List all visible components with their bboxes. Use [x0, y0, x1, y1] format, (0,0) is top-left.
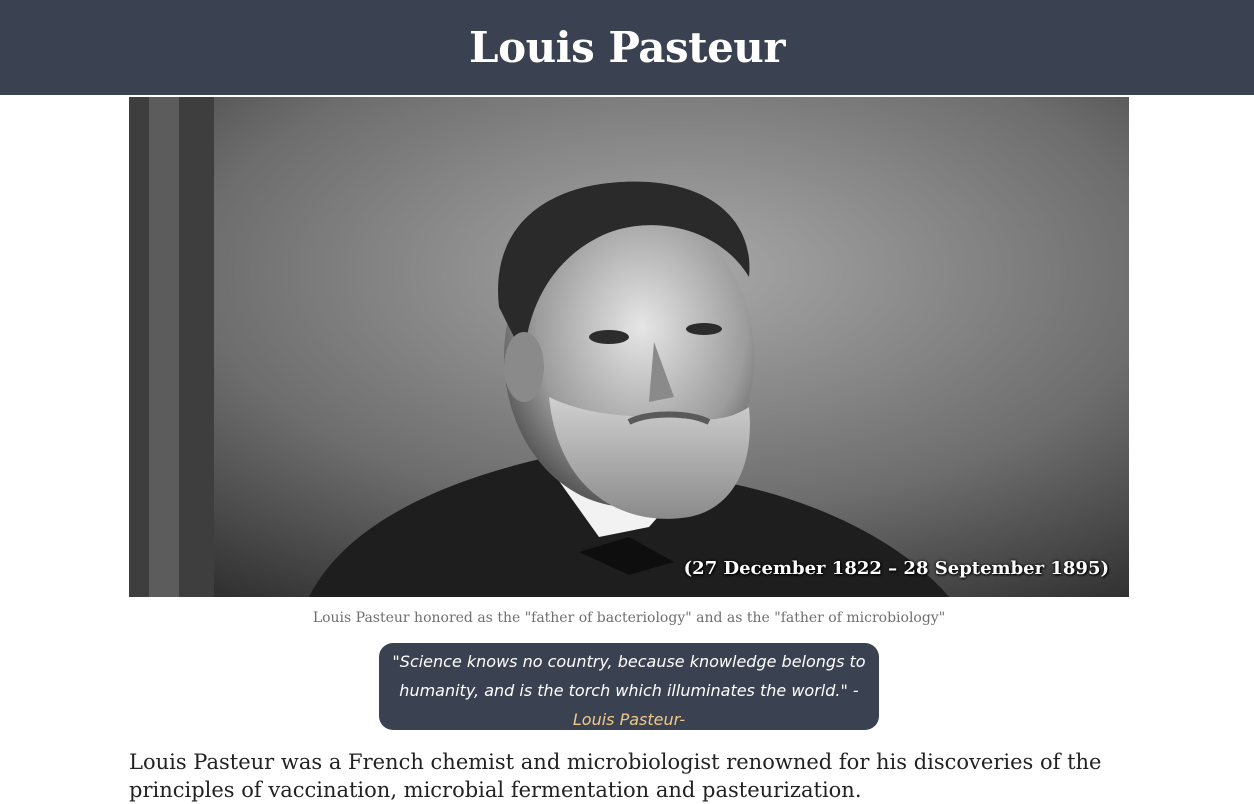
portrait-illustration [129, 97, 1129, 597]
image-caption: Louis Pasteur honored as the "father of … [312, 610, 946, 626]
portrait-image: (27 December 1822 – 28 September 1895) [129, 97, 1129, 597]
page-title: Louis Pasteur [469, 23, 785, 72]
lifespan-dates: (27 December 1822 – 28 September 1895) [683, 558, 1109, 579]
quote-author: Louis Pasteur- [572, 710, 686, 729]
quote-text: "Science knows no country, because knowl… [392, 652, 866, 700]
intro-paragraph: Louis Pasteur was a French chemist and m… [129, 750, 1102, 802]
page-header: Louis Pasteur [0, 0, 1254, 95]
quote-box: "Science knows no country, because knowl… [379, 643, 879, 730]
